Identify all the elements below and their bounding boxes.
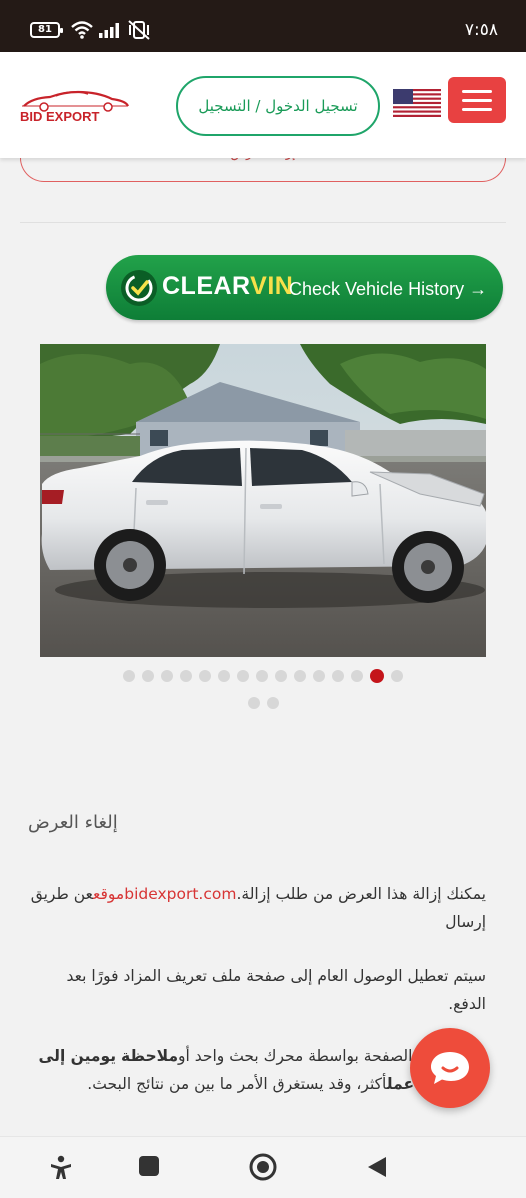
battery-level: 81 <box>38 24 52 35</box>
recents-icon[interactable] <box>138 1155 160 1177</box>
bidexport-logo[interactable]: BID EXPORT <box>16 90 132 126</box>
gallery-dot[interactable] <box>256 670 268 682</box>
bidexport-link[interactable]: bidexport.com <box>124 885 236 903</box>
hamburger-menu-button[interactable] <box>448 77 506 123</box>
gallery-dot[interactable] <box>123 670 135 682</box>
site-header: BID EXPORT تسجيل الدخول / التسجيل <box>0 52 526 158</box>
menu-line <box>462 89 492 93</box>
login-register-button[interactable]: تسجيل الدخول / التسجيل <box>176 76 380 136</box>
gallery-dot[interactable] <box>180 670 192 682</box>
wifi-icon <box>71 21 93 39</box>
status-bar: 81 ٧:٥٨ <box>0 0 526 52</box>
clearvin-brand: CLEARVIN <box>162 272 293 301</box>
back-icon[interactable] <box>366 1155 388 1179</box>
gallery-dot[interactable] <box>218 670 230 682</box>
site-label: موقع <box>93 885 125 903</box>
gallery-dots-row-1 <box>0 669 526 683</box>
us-flag-icon[interactable] <box>393 89 441 117</box>
check-circle-icon <box>121 270 157 306</box>
vibrate-off-icon <box>128 20 150 40</box>
gallery-dot[interactable] <box>391 670 403 682</box>
menu-line <box>462 98 492 102</box>
gallery-dot[interactable] <box>199 670 211 682</box>
logo-text: BID EXPORT <box>20 109 100 124</box>
p3-note: ملاحظة <box>121 1047 179 1065</box>
cancel-listing-heading: إلغاء العرض <box>28 812 118 833</box>
chat-button[interactable] <box>410 1028 490 1108</box>
gallery-dot[interactable] <box>266 697 279 709</box>
access-paragraph: سيتم تعطيل الوصول العام إلى صفحة ملف تعر… <box>66 967 486 1013</box>
chat-bubble-icon <box>431 1052 469 1084</box>
menu-line <box>462 107 492 111</box>
gallery-dot[interactable] <box>142 670 154 682</box>
gallery-dot[interactable] <box>332 670 344 682</box>
accessibility-icon[interactable] <box>48 1155 74 1181</box>
divider <box>20 222 506 223</box>
gallery-dot-active[interactable] <box>370 669 384 683</box>
home-icon[interactable] <box>249 1153 277 1181</box>
gallery-dots-row-2 <box>0 697 526 709</box>
car-image <box>40 344 486 657</box>
gallery-dot[interactable] <box>275 670 287 682</box>
gallery-dot[interactable] <box>313 670 325 682</box>
remove-paragraph: يمكنك إزالة هذا العرض من طلب إزالة.bidex… <box>28 880 486 936</box>
p3-d: أكثر، وقد يستغرق الأمر ما بين من نتائج ا… <box>87 1075 387 1093</box>
gallery-dot[interactable] <box>351 670 363 682</box>
battery-icon: 81 <box>30 22 63 38</box>
vehicle-photo[interactable] <box>40 344 486 657</box>
signal-icon <box>99 23 119 38</box>
gallery-dot[interactable] <box>161 670 173 682</box>
p1-after: يمكنك إزالة هذا العرض من طلب إزالة. <box>236 885 486 903</box>
gallery-dot[interactable] <box>247 697 260 709</box>
clearvin-brand-vin: VIN <box>250 272 294 300</box>
status-time: ٧:٥٨ <box>464 20 498 40</box>
gallery-dot[interactable] <box>237 670 249 682</box>
clearvin-brand-clear: CLEAR <box>162 272 251 300</box>
android-nav-bar <box>0 1136 526 1198</box>
check-vehicle-history-link[interactable]: Check Vehicle History → <box>289 279 487 300</box>
gallery-dot[interactable] <box>294 670 306 682</box>
clearvin-banner[interactable]: CLEARVIN Check Vehicle History → <box>106 255 503 320</box>
